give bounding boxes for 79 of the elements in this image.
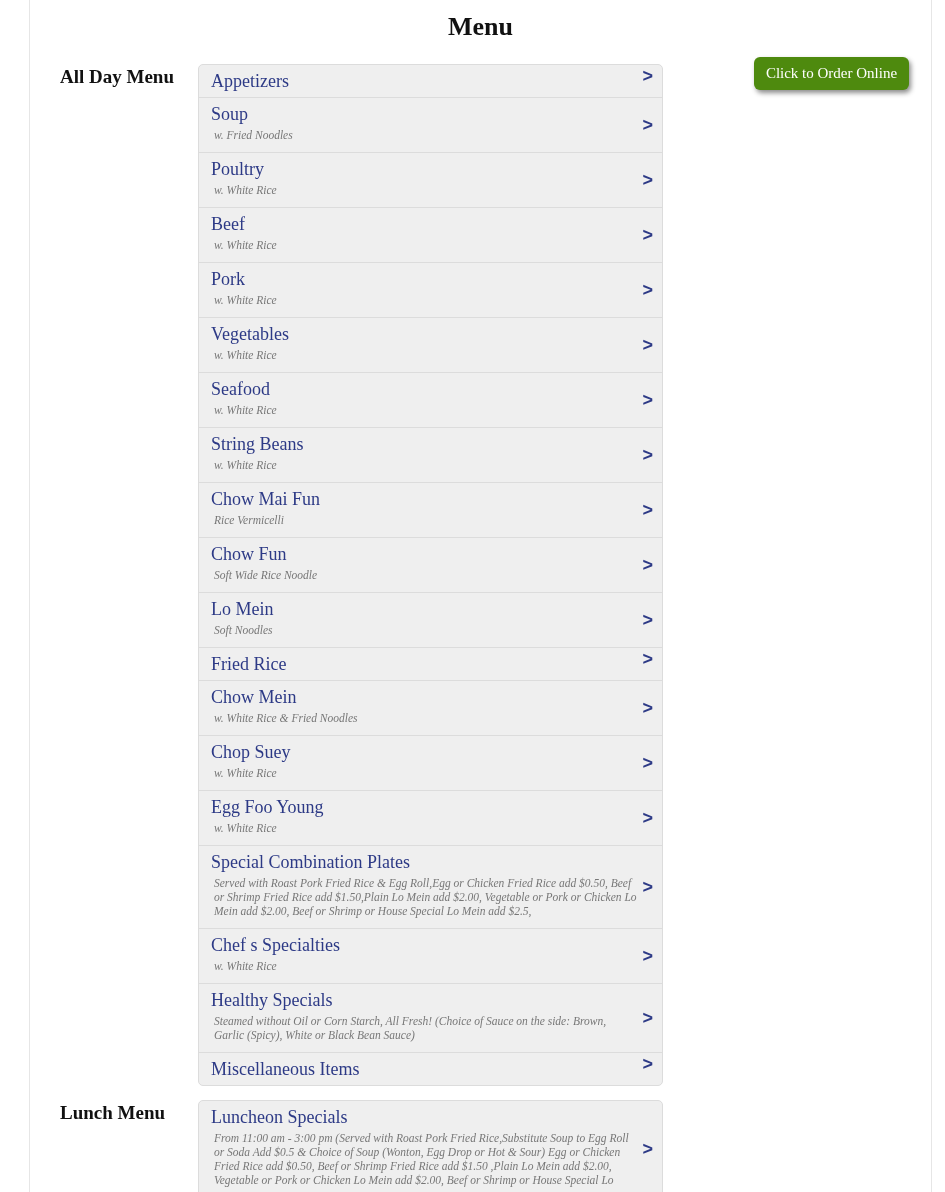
menu-category-item[interactable]: Beef w. White Rice > bbox=[199, 207, 662, 262]
chevron-icon: > bbox=[642, 807, 653, 829]
menu-category-item[interactable]: Pork w. White Rice > bbox=[199, 262, 662, 317]
category-description: w. White Rice bbox=[213, 183, 278, 198]
category-title: Chow Mein bbox=[211, 686, 298, 708]
menu-category-item[interactable]: Vegetables w. White Rice > bbox=[199, 317, 662, 372]
menu-category-item[interactable]: Soup w. Fried Noodles > bbox=[199, 97, 662, 152]
category-description: w. White Rice bbox=[213, 238, 278, 253]
category-description: Soft Noodles bbox=[213, 623, 274, 639]
category-title: Special Combination Plates bbox=[211, 851, 411, 873]
chevron-icon: > bbox=[642, 1007, 653, 1029]
category-description: w. White Rice bbox=[213, 766, 278, 781]
category-description: w. White Rice bbox=[213, 959, 278, 974]
chevron-icon: > bbox=[642, 389, 653, 411]
chevron-icon: > bbox=[642, 499, 653, 521]
category-title: Chop Suey bbox=[211, 741, 292, 763]
chevron-icon: > bbox=[642, 697, 653, 719]
category-description: Soft Wide Rice Noodle bbox=[213, 568, 319, 584]
chevron-icon: > bbox=[642, 279, 653, 301]
page-title: Menu bbox=[447, 11, 514, 43]
category-title: Miscellaneous Items bbox=[211, 1058, 361, 1080]
category-description: w. White Rice bbox=[213, 458, 278, 473]
category-description: From 11:00 am - 3:00 pm (Served with Roast Pork Fried Rice,Substitute Soup to Egg Roll or Soda Add $0.5 & Choice of Soup (Wonton, Egg Drop or Hot & Sour) Egg or Chicken Fried Rice add $0.50, Beef or Shrimp Fried Rice add $1.50 ,Plain Lo Mein add $2.00, Vegetable or Pork or Chicken Lo Mein add $2.00, Beef or Shrimp or House Special Lo bbox=[213, 1131, 630, 1189]
chevron-icon: > bbox=[642, 444, 653, 466]
chevron-icon: > bbox=[642, 945, 653, 967]
chevron-icon: > bbox=[642, 876, 653, 898]
menu-category-item[interactable]: Chow Mein w. White Rice & Fried Noodles > bbox=[199, 680, 662, 735]
category-description: w. White Rice bbox=[213, 348, 278, 363]
section-heading: Lunch Menu bbox=[59, 1101, 167, 1124]
category-title: String Beans bbox=[211, 433, 305, 455]
menu-category-item[interactable]: Egg Foo Young w. White Rice > bbox=[199, 790, 662, 845]
menu-category-item[interactable]: Seafood w. White Rice > bbox=[199, 372, 662, 427]
chevron-icon: > bbox=[642, 752, 653, 774]
category-description: w. White Rice bbox=[213, 403, 278, 418]
chevron-icon: > bbox=[642, 1138, 653, 1160]
category-title: Lo Mein bbox=[211, 598, 275, 620]
category-title: Soup bbox=[211, 103, 249, 125]
category-title: Healthy Specials bbox=[211, 989, 334, 1011]
category-description: w. White Rice bbox=[213, 821, 278, 836]
category-title: Vegetables bbox=[211, 323, 290, 345]
category-description: w. White Rice & Fried Noodles bbox=[213, 711, 359, 726]
category-description: w. Fried Noodles bbox=[213, 128, 294, 143]
menu-category-item[interactable]: Chef s Specialties w. White Rice > bbox=[199, 928, 662, 983]
chevron-icon: > bbox=[642, 649, 653, 670]
menu-category-item[interactable]: Miscellaneous Items > bbox=[199, 1052, 662, 1085]
category-title: Chef s Specialties bbox=[211, 934, 341, 956]
section-heading: All Day Menu bbox=[59, 65, 175, 88]
menu-category-item[interactable]: Healthy Specials Steamed without Oil or Corn Starch, All Fresh! (Choice of Sauce on the side: Brown, Garlic (Spicy), White or Black Bean Sauce) > bbox=[199, 983, 662, 1052]
menu-category-item[interactable]: Fried Rice > bbox=[199, 647, 662, 680]
menu-category-item[interactable]: Chow Fun Soft Wide Rice Noodle > bbox=[199, 537, 662, 592]
menu-category-item[interactable]: String Beans w. White Rice > bbox=[199, 427, 662, 482]
category-title: Pork bbox=[211, 268, 246, 290]
chevron-icon: > bbox=[642, 66, 653, 87]
category-description: Steamed without Oil or Corn Starch, All Fresh! (Choice of Sauce on the side: Brown, Garlic (Spicy), White or Black Bean Sauce) bbox=[213, 1014, 608, 1044]
category-title: Egg Foo Young bbox=[211, 796, 325, 818]
chevron-icon: > bbox=[642, 554, 653, 576]
chevron-icon: > bbox=[642, 224, 653, 246]
category-title: Fried Rice bbox=[211, 653, 288, 675]
category-title: Chow Fun bbox=[211, 543, 288, 565]
menu-category-item[interactable]: Appetizers > bbox=[199, 65, 662, 97]
category-description: w. White Rice bbox=[213, 293, 278, 308]
category-title: Poultry bbox=[211, 158, 265, 180]
category-title: Appetizers bbox=[211, 70, 290, 92]
category-title: Luncheon Specials bbox=[211, 1106, 349, 1128]
menu-category-item[interactable]: Poultry w. White Rice > bbox=[199, 152, 662, 207]
category-title: Beef bbox=[211, 213, 246, 235]
menu-category-item[interactable]: Chop Suey w. White Rice > bbox=[199, 735, 662, 790]
chevron-icon: > bbox=[642, 1054, 653, 1075]
chevron-icon: > bbox=[642, 334, 653, 356]
menu-category-item[interactable]: Chow Mai Fun Rice Vermicelli > bbox=[199, 482, 662, 537]
category-description: Rice Vermicelli bbox=[213, 513, 285, 528]
category-title: Chow Mai Fun bbox=[211, 488, 321, 510]
chevron-icon: > bbox=[642, 169, 653, 191]
category-description: Served with Roast Pork Fried Rice & Egg Roll,Egg or Chicken Fried Rice add $0.50, Beef or Shrimp Fried Rice add $1.50,Plain Lo Mein add $2.00, Vegetable or Pork or Chicken Lo Mein add $2.00, Beef or Shrimp or House Special Lo Mein add $2.5, bbox=[213, 876, 638, 920]
chevron-icon: > bbox=[642, 609, 653, 631]
menu-category-item[interactable]: Lo Mein Soft Noodles > bbox=[199, 592, 662, 647]
order-online-button[interactable]: Click to Order Online bbox=[753, 57, 910, 90]
category-title: Seafood bbox=[211, 378, 271, 400]
chevron-icon: > bbox=[642, 114, 653, 136]
